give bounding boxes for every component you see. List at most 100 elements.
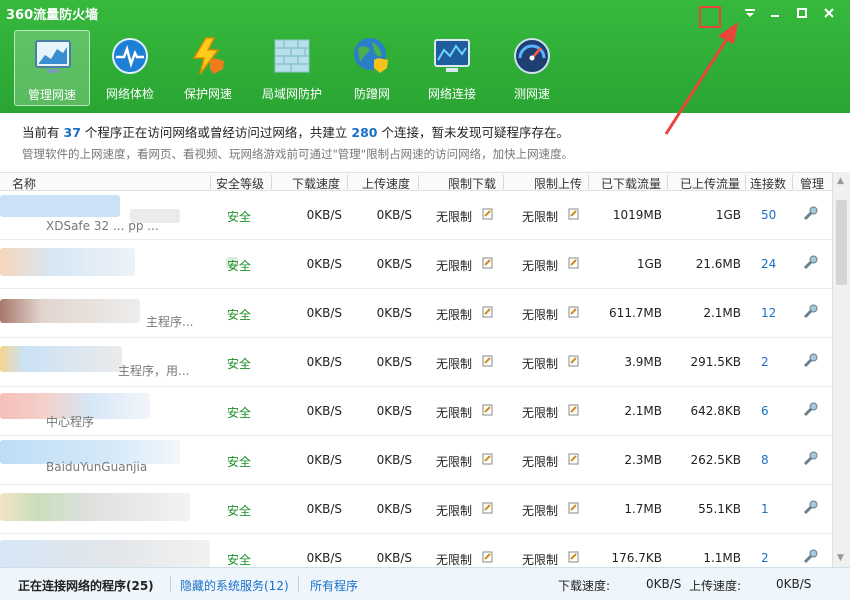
edit-limit-icon[interactable] — [482, 355, 493, 367]
edit-limit-icon[interactable] — [568, 355, 579, 367]
wrench-icon[interactable] — [801, 352, 819, 370]
safety-level: 安全 — [227, 504, 252, 518]
wrench-icon[interactable] — [801, 401, 819, 419]
downloaded: 176.7KB — [611, 551, 662, 565]
uploaded: 642.8KB — [690, 404, 741, 418]
wrench-icon[interactable] — [801, 205, 819, 223]
edit-limit-icon[interactable] — [568, 502, 579, 514]
up-speed-label: 上传速度: — [689, 579, 742, 593]
scroll-down-icon[interactable]: ▼ — [837, 553, 844, 563]
downloaded: 1.7MB — [624, 502, 662, 516]
scroll-up-icon[interactable]: ▲ — [837, 176, 844, 186]
conn-count[interactable]: 24 — [761, 257, 776, 271]
conn-count[interactable]: 50 — [761, 208, 776, 222]
col-limit-up[interactable]: 限制上传 — [534, 175, 582, 192]
conn-count[interactable]: 8 — [761, 453, 769, 467]
maximize-icon[interactable] — [789, 2, 815, 24]
wrench-icon[interactable] — [801, 548, 819, 566]
speedometer-icon — [514, 38, 550, 74]
tool-label: 网络连接 — [427, 87, 476, 101]
safety-level: 安全 — [227, 259, 252, 273]
edit-limit-icon[interactable] — [482, 551, 493, 563]
edit-limit-icon[interactable] — [482, 257, 493, 269]
col-down-speed[interactable]: 下载速度 — [292, 175, 340, 192]
downloaded: 1019MB — [612, 208, 662, 222]
downloaded: 2.1MB — [624, 404, 662, 418]
col-limit-down[interactable]: 限制下载 — [448, 175, 496, 192]
wrench-icon[interactable] — [801, 450, 819, 468]
safety-level: 安全 — [227, 406, 252, 420]
globe-shield-icon — [354, 38, 388, 73]
tab-divider — [170, 576, 171, 592]
edit-limit-icon[interactable] — [482, 453, 493, 465]
table-row[interactable]: 主程序，用... 安全 0KB/S 0KB/S 无限制 无限制 3.9MB 29… — [0, 338, 832, 387]
tool-label: 保护网速 — [183, 87, 232, 101]
uploaded: 55.1KB — [698, 502, 741, 516]
col-up-speed[interactable]: 上传速度 — [362, 175, 410, 192]
edit-limit-icon[interactable] — [482, 404, 493, 416]
tab-connecting-programs[interactable]: 正在连接网络的程序(25) — [18, 577, 154, 594]
conn-count[interactable]: 6 — [761, 404, 769, 418]
limit-up: 无限制 — [522, 308, 559, 322]
wrench-icon[interactable] — [801, 254, 819, 272]
table-row[interactable]: 主程序... 安全 0KB/S 0KB/S 无限制 无限制 611.7MB 2.… — [0, 289, 832, 338]
scroll-thumb[interactable] — [836, 200, 847, 285]
table-row[interactable]: 安全 0KB/S 0KB/S 无限制 无限制 176.7KB 1.1MB 2 — [0, 534, 832, 567]
col-safety[interactable]: 安全等级 — [216, 175, 264, 192]
conn-count[interactable]: 2 — [761, 551, 769, 565]
edit-limit-icon[interactable] — [568, 306, 579, 318]
summary-text: 当前有 — [22, 125, 60, 140]
minimize-icon[interactable] — [762, 2, 788, 24]
tool-network-check[interactable]: 网络体检 — [92, 30, 168, 106]
brick-wall-icon — [274, 39, 310, 73]
edit-limit-icon[interactable] — [482, 502, 493, 514]
conn-count[interactable]: 12 — [761, 306, 776, 320]
up-speed: 0KB/S — [376, 404, 412, 418]
table-row[interactable]: BaiduYunGuanjia 安全 0KB/S 0KB/S 无限制 无限制 2… — [0, 436, 832, 485]
down-speed: 0KB/S — [306, 453, 342, 467]
safety-level: 安全 — [227, 553, 252, 567]
blurred-icon — [0, 346, 122, 372]
wrench-icon[interactable] — [801, 303, 819, 321]
col-downloaded[interactable]: 已下载流量 — [601, 175, 661, 192]
tool-anti-leech[interactable]: 防蹭网 — [334, 30, 410, 106]
conn-count[interactable]: 1 — [761, 502, 769, 516]
down-speed-label: 下载速度: — [558, 579, 611, 593]
edit-limit-icon[interactable] — [568, 404, 579, 416]
col-name[interactable]: 名称 — [12, 175, 36, 192]
table-row[interactable]: 安全 0KB/S 0KB/S 无限制 无限制 1.7MB 55.1KB 1 — [0, 485, 832, 534]
col-manage[interactable]: 管理 — [800, 175, 824, 192]
tool-manage-speed[interactable]: 管理网速 — [14, 30, 90, 106]
table-header: 名称 安全等级 下载速度 上传速度 限制下载 限制上传 已下载流量 已上传流量 … — [0, 172, 832, 191]
conn-count[interactable]: 2 — [761, 355, 769, 369]
downloaded: 2.3MB — [624, 453, 662, 467]
wrench-icon[interactable] — [801, 499, 819, 517]
edit-limit-icon[interactable] — [568, 551, 579, 563]
table-row[interactable]: 安全 0KB/S 0KB/S 无限制 无限制 1GB 21.6MB 24 — [0, 240, 832, 289]
tab-all-programs[interactable]: 所有程序 — [310, 577, 358, 594]
tool-speed-test[interactable]: 测网速 — [494, 30, 570, 106]
col-connections[interactable]: 连接数 — [750, 175, 786, 192]
menu-dropdown-icon[interactable] — [737, 2, 763, 24]
edit-limit-icon[interactable] — [482, 306, 493, 318]
edit-limit-icon[interactable] — [568, 257, 579, 269]
connection-count: 280 — [351, 125, 378, 140]
tool-lan-protect[interactable]: 局域网防护 — [254, 30, 330, 106]
app-title: 360流量防火墙 — [6, 8, 99, 23]
edit-limit-icon[interactable] — [482, 208, 493, 220]
edit-limit-icon[interactable] — [568, 453, 579, 465]
tool-label: 网络体检 — [105, 87, 154, 101]
tab-hidden-services[interactable]: 隐藏的系统服务(12) — [180, 577, 289, 594]
list-scrollbar[interactable]: ▲ ▼ — [832, 172, 850, 567]
edit-limit-icon[interactable] — [568, 208, 579, 220]
col-divider — [503, 175, 504, 189]
close-icon[interactable] — [816, 2, 842, 24]
summary-text: 个连接，暂未发现可疑程序存在。 — [381, 125, 569, 140]
limit-down: 无限制 — [436, 259, 473, 273]
tool-protect-speed[interactable]: 保护网速 — [170, 30, 246, 106]
table-row[interactable]: 中心程序 安全 0KB/S 0KB/S 无限制 无限制 2.1MB 642.8K… — [0, 387, 832, 436]
table-row[interactable]: XDSafe 32 ... pp ... 安全 0KB/S 0KB/S 无限制 … — [0, 191, 832, 240]
tool-net-connection[interactable]: 网络连接 — [414, 30, 490, 106]
safety-level: 安全 — [227, 308, 252, 322]
col-uploaded[interactable]: 已上传流量 — [680, 175, 740, 192]
